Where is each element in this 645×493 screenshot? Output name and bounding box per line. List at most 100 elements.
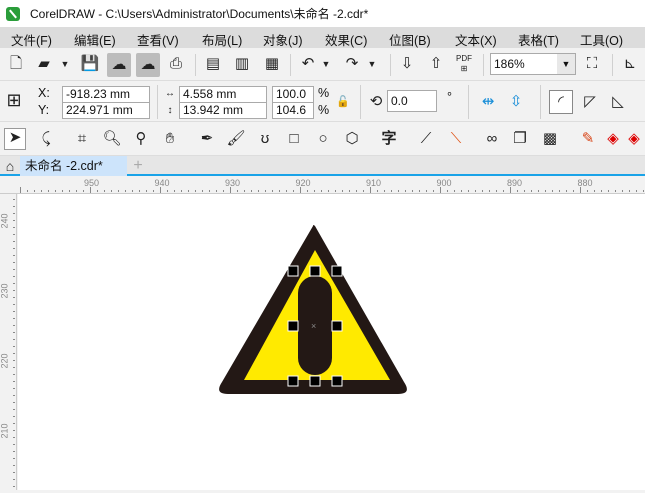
pick-tool-icon[interactable]: ➤ [4,128,26,150]
menu-edit[interactable]: 编辑(E) [74,30,116,49]
text-tool-icon[interactable]: 字 [379,130,399,148]
ruler-tick [55,190,56,192]
new-document-icon[interactable]: 🗋 [6,55,26,73]
ruler-tick [146,190,147,192]
pen-tool-icon[interactable]: ✒ [197,130,217,148]
menu-text[interactable]: 文本(X) [455,30,497,49]
pan-tool-icon[interactable]: ✋︎ [160,130,180,148]
ruler-tick [13,311,15,312]
options-icon[interactable]: ⊾ [620,55,640,73]
title-bar: CorelDRAW - C:\Users\Administrator\Docum… [0,0,645,27]
ruler-tick [118,190,119,192]
ruler-tick [517,190,518,192]
round-corner-icon[interactable]: ◜ [549,90,573,114]
scale-x-input[interactable]: 100.0 [272,86,314,103]
menu-view[interactable]: 查看(V) [137,30,179,49]
ruler-tick [510,187,511,193]
ellipse-tool-icon[interactable]: ○ [313,130,333,148]
ruler-tick [13,353,15,354]
ruler-tick [454,190,455,192]
ruler-tick [286,190,287,192]
ruler-tick [160,187,161,193]
menu-tools[interactable]: 工具(O) [580,30,623,49]
save-icon[interactable]: 💾 [80,55,100,73]
outline-fill-icon[interactable]: ◈ [624,130,644,148]
shape-tool-icon[interactable]: ⤹ [36,130,56,148]
cloud-download-icon[interactable]: ☁ [107,53,131,77]
blend-tool-icon[interactable]: ∞ [482,130,502,148]
publish-pdf-icon[interactable]: PDF ⊞ [454,54,474,74]
chevron-down-icon[interactable]: ▼ [557,54,575,74]
polygon-tool-icon[interactable]: ⬡ [342,130,362,148]
print-icon[interactable]: ⎙ [166,55,186,73]
ruler-label: 900 [436,178,452,188]
chamfer-corner-icon[interactable]: ◺ [608,93,628,111]
ruler-tick [300,187,301,193]
rectangle-tool-icon[interactable]: □ [284,130,304,148]
height-input[interactable]: 13.942 mm [179,102,267,119]
scale-y-input[interactable]: 104.6 [272,102,314,119]
reference-point-icon[interactable]: ⊞ [4,91,24,109]
import-icon[interactable]: ⇩ [397,55,417,73]
vertical-ruler[interactable]: 240 230 220 210 [0,194,17,490]
zoom-level-select[interactable]: 186% ▼ [490,53,576,75]
menu-effects[interactable]: 效果(C) [325,30,367,49]
export-icon[interactable]: ⇧ [426,55,446,73]
x-position-input[interactable]: -918.23 mm [62,86,150,103]
open-folder-icon[interactable]: ▰ [34,55,54,73]
ruler-tick [13,206,15,207]
menu-object[interactable]: 对象(J) [263,30,303,49]
copy-icon[interactable]: ▥ [232,55,252,73]
redo-dropdown-icon[interactable]: ▼ [362,55,382,73]
transparency-icon[interactable]: ▩ [540,130,560,148]
y-position-input[interactable]: 224.971 mm [62,102,150,119]
menu-table[interactable]: 表格(T) [518,30,559,49]
add-tab-button[interactable]: + [128,157,148,175]
rotate-icon: ⟲ [369,93,383,110]
width-input[interactable]: 4.558 mm [179,86,267,103]
bezier-tool-icon[interactable]: ʊ [255,130,275,148]
menu-file[interactable]: 文件(F) [11,30,52,49]
ruler-tick [573,190,574,192]
lock-ratio-icon[interactable]: 🔓 [333,93,353,111]
drop-shadow-icon[interactable]: ❐ [510,130,530,148]
drawing-canvas[interactable]: × [18,194,645,490]
home-icon[interactable]: ⌂ [0,157,20,175]
mirror-vertical-icon[interactable]: ⇳ [506,93,526,111]
tab-document[interactable]: 未命名 -2.cdr* [20,156,127,176]
brush-tool-icon[interactable]: 🖌︎ [226,130,246,148]
connector-tool-icon[interactable]: ⟍ [446,130,466,148]
menu-bitmaps[interactable]: 位图(B) [389,30,431,49]
zoom-tool-icon[interactable]: 🔍︎ [102,130,122,148]
ruler-tick [13,255,15,256]
mirror-horizontal-icon[interactable]: ⇹ [478,93,498,111]
scallop-corner-icon[interactable]: ◸ [580,93,600,111]
ruler-tick [440,187,441,193]
horizontal-ruler[interactable]: 950 940 930 920 910 900 890 880 [0,178,645,194]
ruler-tick [216,190,217,192]
property-bar: ⊞ X: Y: -918.23 mm 224.971 mm ↔ ↕ 4.558 … [0,81,645,122]
rotation-input[interactable]: 0.0 [387,90,437,112]
ruler-tick [601,190,602,192]
ruler-tick [566,190,567,192]
undo-icon[interactable]: ↶ [298,55,318,73]
ruler-tick [13,423,15,424]
full-screen-icon[interactable]: ⛶ [582,55,602,73]
paste-icon[interactable]: ▦ [262,55,282,73]
fill-tool-icon[interactable]: ◈ [603,130,623,148]
width-icon: ↔ [165,88,175,99]
open-dropdown-icon[interactable]: ▼ [55,55,75,73]
dimension-tool-icon[interactable]: ⟋ [416,130,436,148]
ruler-tick [83,190,84,192]
ruler-tick [13,416,15,417]
cloud-upload-icon[interactable]: ☁ [136,53,160,77]
cut-icon[interactable]: ▤ [203,55,223,73]
ruler-tick [636,190,637,192]
menu-layout[interactable]: 布局(L) [202,30,242,49]
undo-dropdown-icon[interactable]: ▼ [316,55,336,73]
ruler-tick [335,190,336,192]
crop-tool-icon[interactable]: ⌗ [72,130,92,148]
eyedropper-icon[interactable]: ✎ [578,130,598,148]
redo-icon[interactable]: ↷ [342,55,362,73]
zoom-out-icon[interactable]: ⚲ [131,130,151,148]
